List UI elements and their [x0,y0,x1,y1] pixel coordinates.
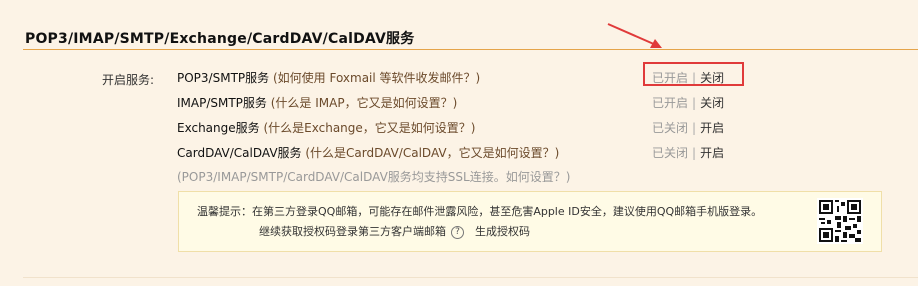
status-separator: | [692,121,697,135]
tip-action-line: 继续获取授权码登录第三方客户端邮箱? 生成授权码 [259,223,530,239]
open-services-label: 开启服务: [102,73,155,87]
service-status-exchange: 已关闭 | 开启 [652,119,724,136]
service-help-link[interactable]: (如何使用 Foxmail 等软件收发邮件？) [273,71,480,85]
tip-auth-text: 继续获取授权码登录第三方客户端邮箱 [259,225,446,238]
service-row-caldav: CardDAV/CalDAV服务 (什么是CardDAV/CalDAV，它又是如… [177,144,559,161]
generate-auth-code-link[interactable]: 生成授权码 [475,225,530,238]
bottom-divider [23,277,918,278]
service-name: CardDAV/CalDAV服务 [177,146,302,160]
service-name: IMAP/SMTP服务 [177,96,267,110]
status-separator: | [692,146,697,160]
service-toggle-button[interactable]: 开启 [700,121,724,135]
service-state: 已关闭 [652,121,689,135]
service-row-exchange: Exchange服务 (什么是Exchange，它又是如何设置？) [177,119,475,136]
section-title: POP3/IMAP/SMTP/Exchange/CardDAV/CalDAV服务 [25,31,415,47]
service-status-caldav: 已关闭 | 开启 [652,144,724,161]
service-toggle-button[interactable]: 关闭 [700,96,724,110]
service-status-imap: 已开启 | 关闭 [652,94,724,111]
qr-code-icon [817,198,863,244]
service-row-pop3: POP3/SMTP服务 (如何使用 Foxmail 等软件收发邮件？) [177,69,480,86]
tip-text: 温馨提示：在第三方登录QQ邮箱，可能存在邮件泄露风险，甚至危害Apple ID安… [197,205,763,218]
help-icon[interactable]: ? [451,225,464,239]
title-divider [23,49,918,50]
ssl-note-link[interactable]: (POP3/IMAP/SMTP/CardDAV/CalDAV服务均支持SSL连接… [177,168,570,185]
service-state: 已关闭 [652,146,689,160]
annotation-arrow [607,23,662,48]
service-help-link[interactable]: (什么是CardDAV/CalDAV，它又是如何设置？) [305,146,559,160]
security-tip-box: 温馨提示：在第三方登录QQ邮箱，可能存在邮件泄露风险，甚至危害Apple ID安… [178,191,882,252]
highlight-annotation-box [643,62,744,86]
service-state: 已开启 [652,96,689,110]
service-row-imap: IMAP/SMTP服务 (什么是 IMAP，它又是如何设置？) [177,94,457,111]
service-toggle-button[interactable]: 开启 [700,146,724,160]
service-help-link[interactable]: (什么是 IMAP，它又是如何设置？) [271,96,458,110]
service-help-link[interactable]: (什么是Exchange，它又是如何设置？) [263,121,475,135]
service-name: Exchange服务 [177,121,260,135]
status-separator: | [692,96,697,110]
service-name: POP3/SMTP服务 [177,71,270,85]
